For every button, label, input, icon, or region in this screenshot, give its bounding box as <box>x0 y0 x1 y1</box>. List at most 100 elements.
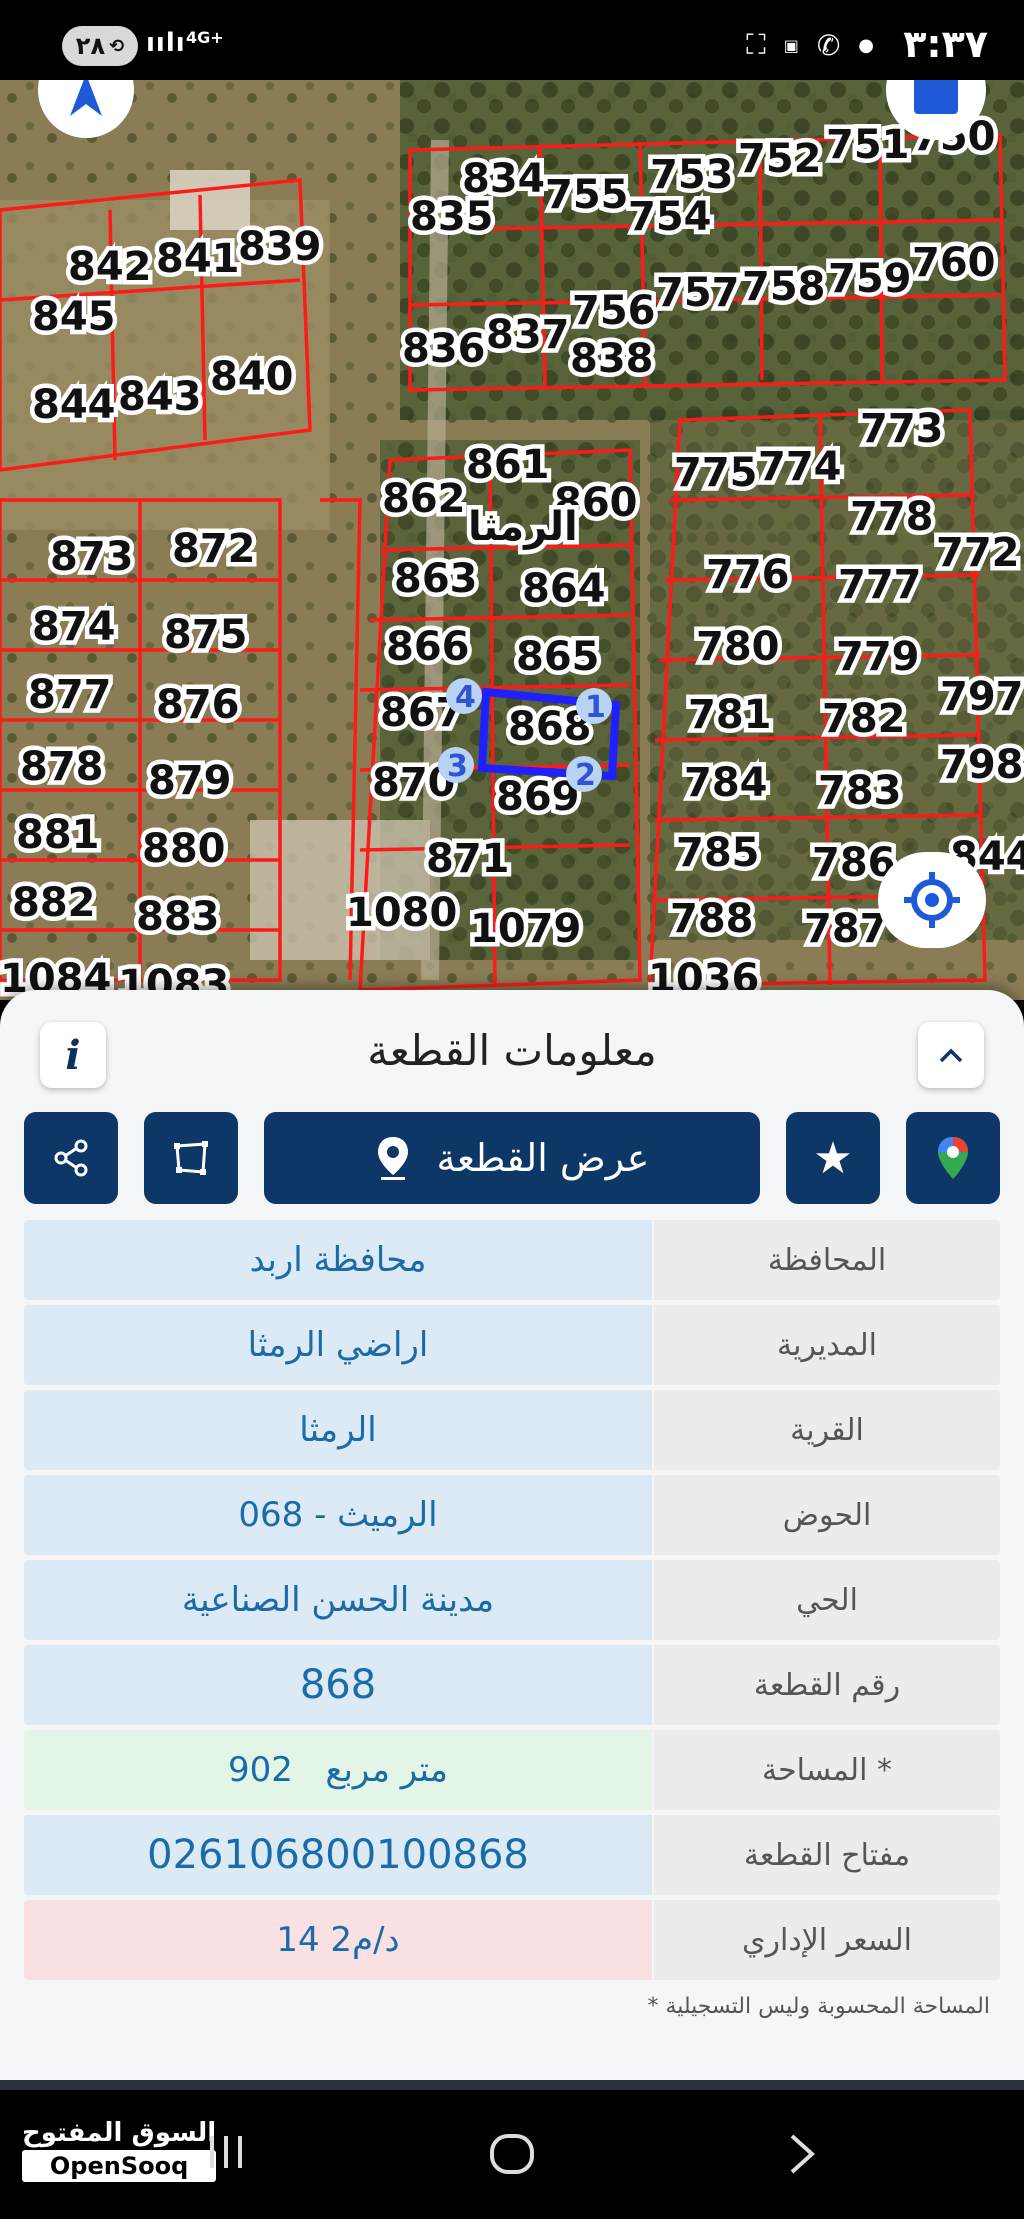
sheet-title: معلومات القطعة <box>367 1026 657 1075</box>
lot-label-782[interactable]: 782 <box>818 692 911 747</box>
lot-label-759[interactable]: 759 <box>824 252 917 307</box>
home-button[interactable] <box>488 2130 536 2178</box>
lot-key-value[interactable]: 02610680010086​8 <box>24 1815 652 1895</box>
lot-label-755[interactable]: 755 <box>541 168 634 223</box>
lot-label-1079[interactable]: 1079 <box>466 902 586 957</box>
whatsapp-icon: ✆ <box>816 28 841 62</box>
charging-icon: ⟲ <box>109 35 125 57</box>
lot-label-837[interactable]: 837 <box>482 308 575 363</box>
lot-label-835[interactable]: 835 <box>406 190 499 245</box>
dot-icon: ● <box>858 34 874 56</box>
lot-label-787[interactable]: 787 <box>800 902 893 957</box>
lot-label-780[interactable]: 780 <box>692 620 785 675</box>
lot-label-882[interactable]: 882 <box>8 876 101 931</box>
lot-label-876[interactable]: 876 <box>152 678 245 733</box>
lot-label-878[interactable]: 878 <box>16 740 109 795</box>
star-icon: ★ <box>813 1132 853 1184</box>
lot-label-776[interactable]: 776 <box>702 548 795 603</box>
directorate-value: اراضي الرمثا <box>24 1305 652 1385</box>
lot-label-865[interactable]: 865 <box>512 630 605 685</box>
svg-text:1: 1 <box>585 690 606 725</box>
locate-button[interactable] <box>878 852 986 948</box>
svg-text:4: 4 <box>455 680 476 715</box>
lot-label-879[interactable]: 879 <box>144 754 237 809</box>
lot-label-754[interactable]: 754 <box>624 190 717 245</box>
status-bar: ٢٨ ⟲ ıılı 4G+ ⛶ ▣ ✆ ● ٣:٣٧ <box>0 0 1024 80</box>
system-nav-bar: السوق المفتوح OpenSooq <box>0 2090 1024 2219</box>
lot-label-774[interactable]: 774 <box>754 440 847 495</box>
opensooq-watermark: السوق المفتوح OpenSooq <box>22 2118 217 2182</box>
lot-label-861[interactable]: 861 <box>462 438 555 493</box>
lot-info-table: محافظة اربد المحافظة اراضي الرمثا المدير… <box>24 1220 1000 1985</box>
lot-label-839[interactable]: 839 <box>234 220 327 275</box>
share-button[interactable] <box>24 1112 118 1204</box>
signal-strength-icon: ıılı <box>146 28 186 58</box>
lot-label-873[interactable]: 873 <box>46 530 139 585</box>
neighborhood-label: الحي <box>654 1560 1000 1640</box>
lot-label-785[interactable]: 785 <box>672 826 765 881</box>
lot-label-757[interactable]: 757 <box>652 266 745 321</box>
brand-arabic: السوق المفتوح <box>22 2118 217 2148</box>
lot-label-756[interactable]: 756 <box>568 284 661 339</box>
lot-label-862[interactable]: 862 <box>378 472 471 527</box>
lot-label-840[interactable]: 840 <box>206 350 299 405</box>
lot-number-label: رقم القطعة <box>654 1645 1000 1725</box>
lot-label-845[interactable]: 845 <box>28 290 121 345</box>
recent-apps-button[interactable] <box>204 2130 248 2174</box>
lot-label-883[interactable]: 883 <box>132 890 225 945</box>
notification-icons: ⛶ ▣ ✆ ● <box>746 28 874 62</box>
lot-label-836[interactable]: 836 <box>398 322 491 377</box>
row-basin: الرميث - 068 الحوض <box>24 1475 1000 1555</box>
lot-label-779[interactable]: 779 <box>832 630 925 685</box>
lot-label-778[interactable]: 778 <box>846 490 939 545</box>
lot-label-874[interactable]: 874 <box>28 600 121 655</box>
lot-label-788[interactable]: 788 <box>666 892 759 947</box>
favorite-button[interactable]: ★ <box>786 1112 880 1204</box>
lot-label-751[interactable]: 751 <box>822 118 915 173</box>
lot-label-838[interactable]: 838 <box>566 332 659 387</box>
parcel-map[interactable]: 834 755 753 752 751 750 835 754 842 841 839 845 760 7… <box>0 80 1024 1000</box>
lot-label-752[interactable]: 752 <box>734 132 827 187</box>
lot-info-sheet: i معلومات القطعة عرض القطعة ★ محافظة ارب… <box>0 990 1024 2090</box>
collapse-button[interactable] <box>918 1022 984 1088</box>
lot-label-843[interactable]: 843 <box>114 370 207 425</box>
lot-label-783[interactable]: 783 <box>814 764 907 819</box>
svg-text:3: 3 <box>447 749 468 784</box>
layers-icon <box>914 80 958 114</box>
lot-label-871[interactable]: 871 <box>422 832 515 887</box>
row-lot-number: 868 رقم القطعة <box>24 1645 1000 1725</box>
lot-label-872[interactable]: 872 <box>168 522 261 577</box>
lot-label-1080[interactable]: 1080 <box>342 886 462 941</box>
polygon-button[interactable] <box>144 1112 238 1204</box>
lot-label-864[interactable]: 864 <box>518 562 611 617</box>
lot-label-760[interactable]: 760 <box>908 236 1001 291</box>
lot-label-781[interactable]: 781 <box>684 688 777 743</box>
google-maps-button[interactable] <box>906 1112 1000 1204</box>
lot-label-753[interactable]: 753 <box>646 148 739 203</box>
lot-label-772[interactable]: 772 <box>932 526 1024 581</box>
admin-price-value: 14 د/م2 <box>24 1900 652 1980</box>
opensooq-notification-icon: ▣ <box>783 35 799 55</box>
lot-label-758[interactable]: 758 <box>738 260 831 315</box>
lot-label-784[interactable]: 784 <box>680 756 773 811</box>
lot-label-866[interactable]: 866 <box>382 620 475 675</box>
lot-label-844[interactable]: 844 <box>28 378 121 433</box>
lot-label-875[interactable]: 875 <box>160 608 253 663</box>
lot-label-773[interactable]: 773 <box>856 402 949 457</box>
lot-label-841[interactable]: 841 <box>152 232 245 287</box>
lot-label-797[interactable]: 797 <box>936 670 1024 725</box>
lot-label-880[interactable]: 880 <box>138 822 231 877</box>
lot-label-869[interactable]: 869 <box>492 770 585 825</box>
svg-text:2: 2 <box>575 758 596 793</box>
lot-label-777[interactable]: 777 <box>834 558 927 613</box>
lot-label-798[interactable]: 798 <box>936 738 1024 793</box>
lot-label-877[interactable]: 877 <box>24 668 117 723</box>
lot-label-775[interactable]: 775 <box>670 446 763 501</box>
lot-label-863[interactable]: 863 <box>390 552 483 607</box>
lot-label-881[interactable]: 881 <box>12 808 105 863</box>
show-lot-label: عرض القطعة <box>436 1136 650 1180</box>
lot-label-842[interactable]: 842 <box>64 240 157 295</box>
map-canvas[interactable]: 834 755 753 752 751 750835 754842 8418398457607… <box>0 80 1024 1000</box>
show-lot-button[interactable]: عرض القطعة <box>264 1112 760 1204</box>
back-button[interactable] <box>782 2130 822 2178</box>
